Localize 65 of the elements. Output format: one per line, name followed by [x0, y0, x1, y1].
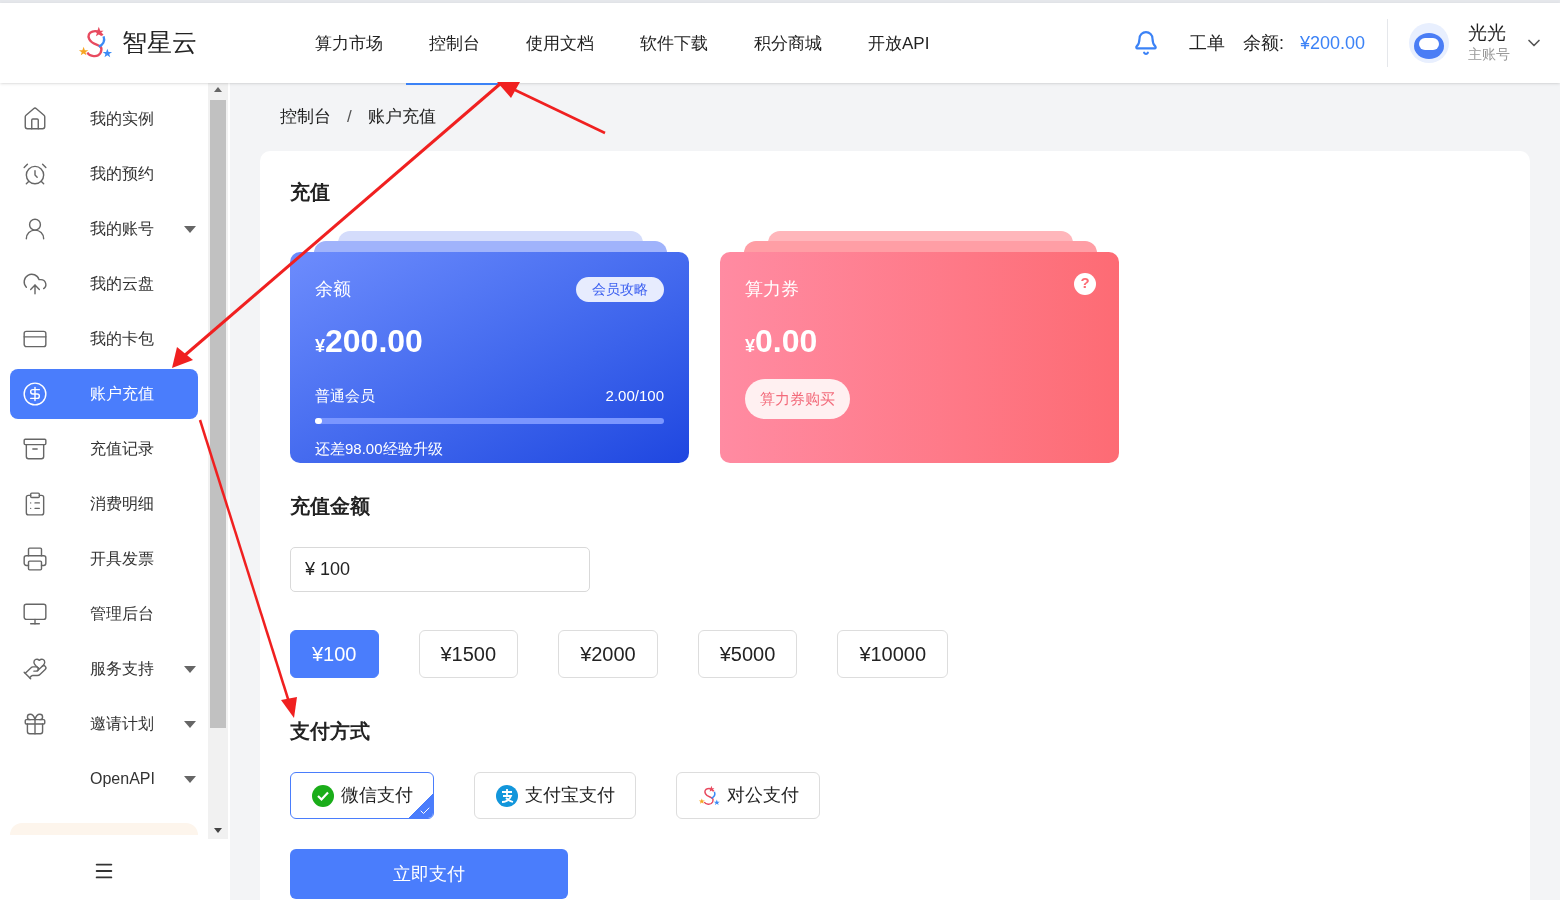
monitor-icon	[22, 601, 48, 627]
sidebar-item[interactable]: 我的预约	[10, 149, 198, 199]
sidebar-item[interactable]: 消费明细	[10, 479, 198, 529]
member-guide-badge[interactable]: 会员攻略	[576, 277, 664, 302]
amount-input[interactable]: ¥ 100	[290, 547, 590, 592]
section-title: 充值	[290, 180, 331, 205]
section-title: 充值金额	[290, 494, 371, 519]
amount-option[interactable]: ¥100	[290, 630, 379, 678]
sidebar-item[interactable]: 充值记录	[10, 424, 198, 474]
breadcrumb-current: 账户充值	[367, 106, 436, 129]
work-order-link[interactable]: 工单	[1188, 29, 1225, 57]
balance-value: ¥200.00	[1299, 31, 1365, 55]
nav-tab[interactable]: 开放API	[845, 5, 953, 85]
breadcrumb-link[interactable]: 控制台	[280, 104, 331, 130]
pay-now-button[interactable]: 立即支付	[290, 849, 568, 899]
bell-icon[interactable]	[1132, 30, 1159, 56]
breadcrumb-separator: /	[347, 106, 352, 129]
user-name: 光光	[1468, 21, 1507, 44]
balance-amount: 200.00	[325, 322, 423, 361]
amount-option[interactable]: ¥10000	[837, 630, 949, 678]
alarm-clock-icon	[22, 161, 48, 187]
sidebar-item[interactable]: 账户充值	[10, 369, 198, 419]
sidebar-item[interactable]: 我的实例	[10, 94, 198, 144]
cloud-upload-icon	[22, 271, 48, 297]
star-logo-icon	[697, 783, 721, 808]
amount-option[interactable]: ¥2000	[558, 630, 658, 678]
scroll-up-arrow-icon[interactable]	[214, 87, 222, 92]
amount-option[interactable]: ¥5000	[697, 630, 798, 678]
card-label: 余额	[315, 278, 351, 301]
section-title: 支付方式	[290, 719, 371, 744]
account-role: 主账号	[1468, 44, 1510, 64]
sidebar-item[interactable]: 邀请计划	[10, 699, 198, 749]
upgrade-hint: 还差98.00经验升级	[315, 438, 444, 459]
house-icon	[22, 106, 48, 132]
nav-tab[interactable]: 算力市场	[292, 5, 406, 85]
brand-name: 智星云	[122, 27, 197, 59]
scroll-down-arrow-icon[interactable]	[214, 828, 222, 833]
scrollbar[interactable]	[208, 83, 228, 839]
sidebar-item[interactable]: 我的账号	[10, 204, 198, 254]
experience-text: 2.00/100	[605, 386, 664, 406]
avatar-icon[interactable]	[1408, 22, 1450, 64]
sidebar-item[interactable]: 开具发票	[10, 534, 198, 584]
currency-sign: ¥	[745, 336, 755, 358]
nav-tab[interactable]: 使用文档	[503, 5, 617, 85]
payment-option[interactable]: 支付宝支付	[474, 772, 636, 819]
currency-sign: ¥	[315, 336, 325, 358]
sidebar-item[interactable]: 我的云盘	[10, 259, 198, 309]
payment-option[interactable]: 对公支付	[676, 772, 820, 819]
member-tier-label: 普通会员	[315, 386, 375, 406]
voucher-amount: 0.00	[755, 322, 818, 361]
nav-tab[interactable]: 软件下载	[617, 5, 731, 85]
balance-label: 余额:	[1242, 31, 1284, 55]
hands-heart-icon	[22, 656, 48, 682]
sidebar-item[interactable]: 管理后台	[10, 589, 198, 639]
printer-icon	[22, 546, 48, 572]
card-label: 算力券	[745, 278, 799, 301]
payment-option[interactable]: 微信支付	[290, 772, 434, 819]
sidebar-item[interactable]: OpenAPI	[10, 754, 198, 804]
alipay-icon	[495, 783, 519, 808]
sidebar-item[interactable]: 我的卡包	[10, 314, 198, 364]
box-icon	[22, 436, 48, 462]
sidebar-item[interactable]: 服务支持	[10, 644, 198, 694]
nav-tab[interactable]: 积分商城	[731, 5, 845, 85]
gift-icon	[22, 711, 48, 737]
amount-option[interactable]: ¥1500	[418, 630, 519, 678]
